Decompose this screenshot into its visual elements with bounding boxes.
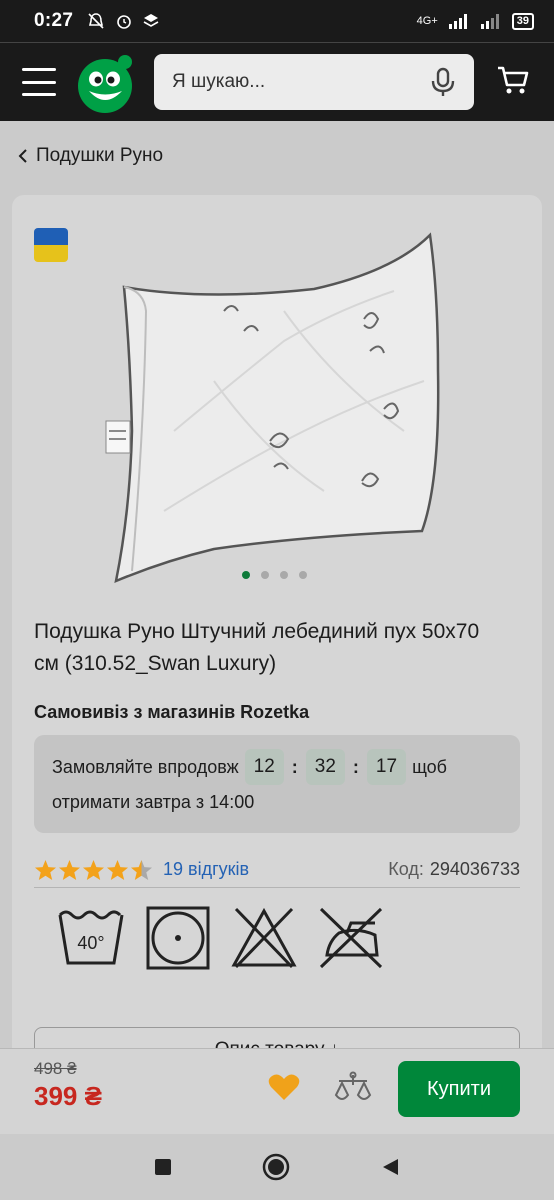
rozetka-logo[interactable] bbox=[76, 54, 132, 113]
breadcrumb[interactable]: Подушки Руно bbox=[18, 145, 163, 167]
microphone-icon[interactable] bbox=[430, 67, 456, 97]
wash-40-icon: 40° bbox=[58, 910, 124, 965]
signal-icon-2 bbox=[480, 14, 499, 29]
timer-seconds: 17 bbox=[366, 749, 407, 785]
product-image[interactable] bbox=[104, 231, 444, 591]
product-code: Код: 294036733 bbox=[388, 859, 520, 880]
alarm-icon bbox=[117, 15, 132, 29]
image-pagination[interactable] bbox=[242, 571, 307, 579]
home-icon[interactable] bbox=[262, 1153, 290, 1181]
app-header bbox=[0, 42, 554, 121]
purchase-bar: 498 ₴ 399 ₴ Купити bbox=[0, 1048, 554, 1134]
system-nav-bar bbox=[0, 1134, 554, 1200]
star-icon bbox=[106, 859, 129, 880]
current-price: 399 ₴ bbox=[34, 1081, 102, 1111]
wash-temp: 40° bbox=[77, 933, 104, 953]
delivery-timer: Замовляйте впродовж 12 : 32 : 17 щоб отр… bbox=[34, 735, 520, 833]
menu-button[interactable] bbox=[22, 68, 56, 96]
reviews-link[interactable]: 19 відгуків bbox=[163, 859, 249, 880]
breadcrumb-label: Подушки Руно bbox=[36, 145, 164, 166]
star-icon bbox=[58, 859, 81, 880]
ukraine-flag-icon bbox=[34, 228, 68, 262]
no-bleach-icon bbox=[231, 907, 297, 969]
status-icons bbox=[87, 12, 159, 30]
back-icon[interactable] bbox=[380, 1157, 400, 1177]
status-right: 4G+ 39 bbox=[416, 12, 534, 30]
compare-button[interactable] bbox=[334, 1071, 372, 1110]
cart-button[interactable] bbox=[496, 65, 530, 100]
heart-icon bbox=[268, 1074, 300, 1100]
wishlist-button[interactable] bbox=[268, 1073, 300, 1106]
chevron-left-icon bbox=[18, 149, 27, 163]
bell-off-icon bbox=[88, 13, 104, 29]
no-iron-icon bbox=[319, 907, 383, 969]
pagination-dot-2[interactable] bbox=[261, 571, 269, 579]
pagination-dot-3[interactable] bbox=[280, 571, 288, 579]
timer-minutes: 32 bbox=[305, 749, 345, 785]
star-icon bbox=[82, 859, 105, 880]
search-input[interactable] bbox=[172, 71, 430, 93]
recents-icon[interactable] bbox=[154, 1158, 172, 1176]
pickup-label: Самовивіз з магазинів Rozetka bbox=[34, 702, 310, 722]
product-code-label: Код: bbox=[388, 859, 424, 879]
old-price: 498 ₴ bbox=[34, 1059, 77, 1078]
scales-icon bbox=[334, 1071, 372, 1100]
status-time: 0:27 bbox=[34, 10, 74, 31]
rating-stars bbox=[34, 859, 153, 881]
signal-icon bbox=[448, 14, 467, 29]
tumble-dry-icon bbox=[146, 906, 210, 970]
product-code-value: 294036733 bbox=[429, 859, 520, 879]
timer-suffix: щоб bbox=[412, 757, 447, 777]
product-title: Подушка Руно Штучний лебединий пух 50x70… bbox=[34, 620, 480, 675]
product-card: Подушка Руно Штучний лебединий пух 50x70… bbox=[12, 195, 542, 1095]
layers-icon bbox=[143, 14, 159, 27]
timer-prefix: Замовляйте впродовж bbox=[52, 757, 239, 777]
pagination-dot-4[interactable] bbox=[299, 571, 307, 579]
timer-line2: отримати завтра з 14:00 bbox=[52, 792, 255, 812]
network-label: 4G+ bbox=[416, 15, 438, 27]
star-icon bbox=[34, 859, 57, 880]
care-icons: 40° bbox=[56, 905, 385, 971]
product-page: Подушки Руно Подушка Руно Штучний лебеди… bbox=[0, 121, 554, 1095]
search-box[interactable] bbox=[154, 54, 474, 110]
battery-indicator: 39 bbox=[511, 12, 534, 30]
buy-button[interactable]: Купити bbox=[398, 1061, 520, 1117]
timer-hours: 12 bbox=[244, 749, 284, 785]
status-bar: 0:27 4G+ 39 bbox=[0, 0, 554, 42]
cart-icon bbox=[498, 66, 529, 93]
rating-row: 19 відгуків Код: 294036733 bbox=[34, 852, 520, 888]
pagination-dot-1[interactable] bbox=[242, 571, 250, 579]
star-half-icon bbox=[130, 859, 153, 880]
